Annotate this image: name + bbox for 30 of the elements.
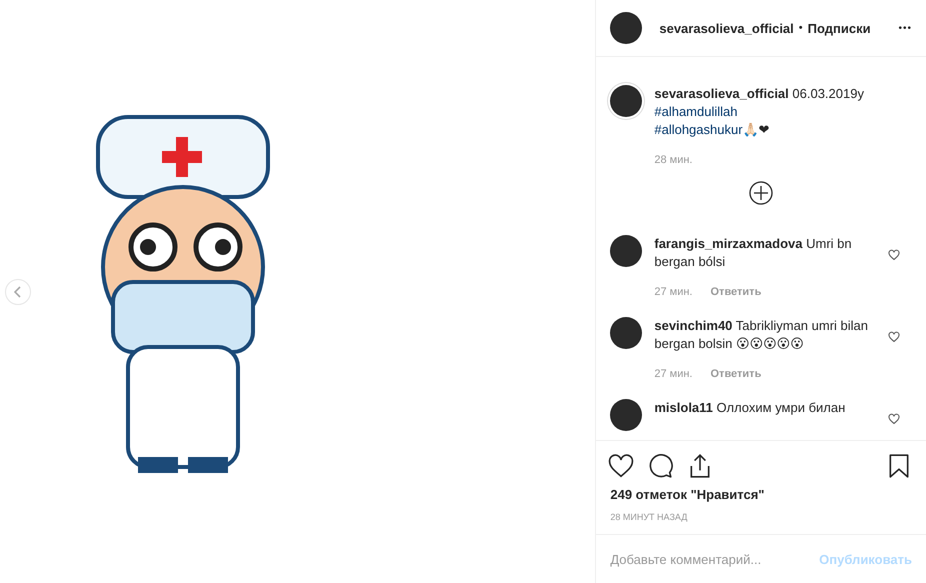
separator-dot: • xyxy=(798,22,803,34)
avatar[interactable] xyxy=(610,235,642,267)
comment-text: farangis_mirzaxmadova Umri bn bergan bólsi xyxy=(654,235,853,271)
avatar[interactable] xyxy=(610,85,642,117)
chevron-left-icon xyxy=(14,286,22,298)
heart-icon[interactable] xyxy=(888,413,900,425)
username-link[interactable]: sevarasolieva_official xyxy=(659,20,794,36)
comment-text: sevinchim40 Tabrikliyman umri bilan bergan bolsin 😮😮😮😮😮 xyxy=(654,317,869,353)
load-more-icon[interactable] xyxy=(749,181,774,205)
hashtag-link[interactable]: #allohgashukur xyxy=(654,122,743,137)
caption-text: sevarasolieva_official 06.03.2019y xyxy=(654,85,865,103)
likes-count[interactable]: 249 отметок "Нравится" xyxy=(596,487,926,502)
emoji-text: 🙏🏻❤ xyxy=(742,122,770,137)
timestamp: 27 мин. xyxy=(654,367,692,382)
comment-icon[interactable] xyxy=(648,453,674,479)
heart-icon[interactable] xyxy=(888,249,900,261)
timestamp: 28 мин. xyxy=(654,153,692,168)
comment-text: mislola11 Оллохим умри билан xyxy=(654,399,846,417)
avatar[interactable] xyxy=(610,317,642,349)
hashtag-link[interactable]: #alhamdulillah xyxy=(654,104,738,119)
heart-icon[interactable] xyxy=(608,454,634,478)
avatar[interactable] xyxy=(610,399,642,431)
bookmark-icon[interactable] xyxy=(888,453,910,479)
following-button[interactable]: Подписки xyxy=(808,20,871,36)
timestamp: 27 мин. xyxy=(654,285,692,300)
share-icon[interactable] xyxy=(688,453,712,479)
avatar[interactable] xyxy=(610,12,642,44)
post-time: 28 МИНУТ НАЗАД xyxy=(596,502,926,535)
heart-icon[interactable] xyxy=(888,331,900,343)
more-options-button[interactable]: ••• xyxy=(898,22,912,34)
